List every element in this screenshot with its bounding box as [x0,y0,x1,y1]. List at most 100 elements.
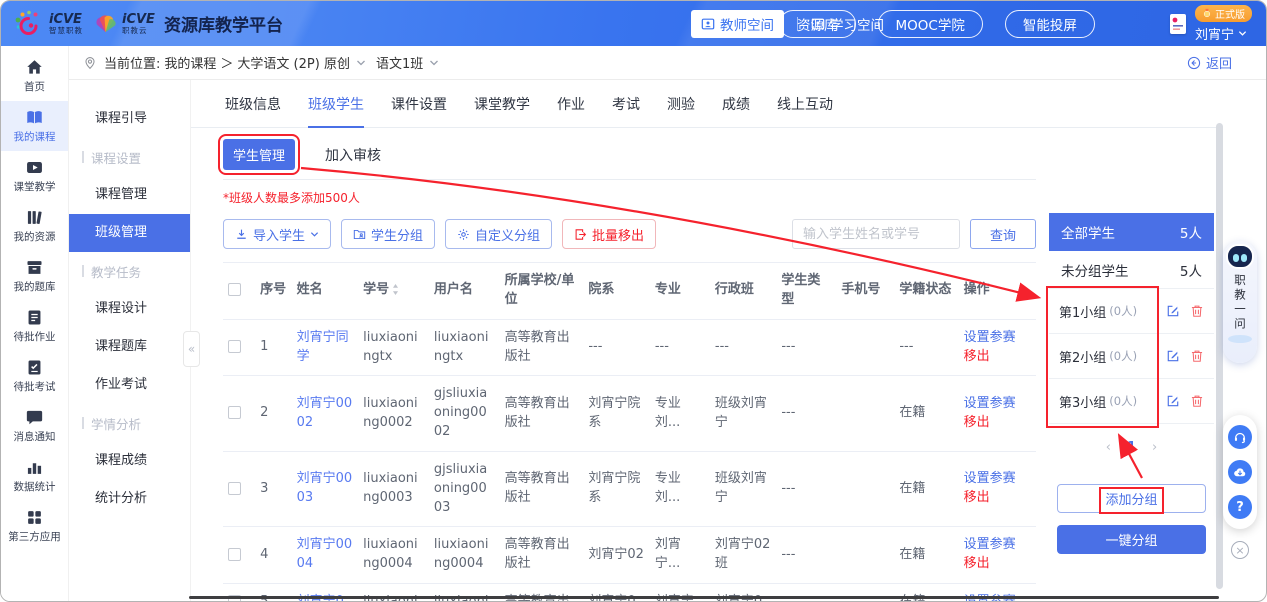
assistant-widget[interactable]: 职教一问 [1223,241,1257,363]
download-button[interactable] [1228,460,1252,484]
batch-remove-button[interactable]: 批量移出 [562,219,656,249]
course-menu-item-homework-exam[interactable]: 作业考试 [69,366,190,404]
query-button[interactable]: 查询 [970,219,1036,249]
edit-group-icon[interactable] [1166,394,1180,408]
prev-page-button[interactable]: ‹ [1106,440,1111,455]
ungrouped-row[interactable]: 未分组学生 5人 [1049,251,1214,289]
edit-group-icon[interactable] [1166,349,1180,363]
sidebar-item-pending-exams[interactable]: 待批考试 [1,351,68,401]
quick-link-resource-library[interactable]: 资源库 [779,10,856,38]
sidebar-item-classroom-teaching[interactable]: 课堂教学 [1,151,68,201]
search-input[interactable] [792,219,960,249]
toolbar-button-label: 导入学生 [253,225,305,244]
delete-group-icon[interactable] [1190,304,1204,318]
back-button[interactable]: 返回 [1187,53,1232,72]
sidebar-item-data-statistics[interactable]: 数据统计 [1,451,68,501]
document-icon[interactable] [1169,13,1187,35]
remove-link[interactable]: 移出 [964,414,1031,433]
quick-link-smart-casting[interactable]: 智能投屏 [1005,10,1095,38]
student-name-link[interactable]: 刘宵宁0004 [297,537,353,571]
tab-class-info[interactable]: 班级信息 [225,94,281,127]
sidebar-collapse-handle[interactable]: « [183,331,200,367]
tab-class-students[interactable]: 班级学生 [308,94,364,128]
next-page-button[interactable]: › [1152,440,1157,455]
groups-panel: 全部学生 5人 未分组学生 5人 第1小组(0人)第2小组(0人)第3小组(0人… [1049,213,1214,554]
sidebar-item-pending-homework[interactable]: 待批作业 [1,301,68,351]
remove-link[interactable]: 移出 [964,555,1031,574]
sidebar-item-my-courses[interactable]: 我的课程 [1,101,68,151]
cell-school: 高等教育出版社 [500,451,584,527]
sidebar-item-my-question-bank[interactable]: 我的题库 [1,251,68,301]
close-widget-button[interactable]: × [1231,541,1249,559]
row-checkbox[interactable] [228,340,241,353]
edit-group-icon[interactable] [1166,304,1180,318]
current-page[interactable]: 1 [1127,440,1136,455]
breadcrumb-prefix: 当前位置: [104,53,160,72]
remove-link[interactable]: 移出 [964,489,1031,508]
help-button[interactable]: ? [1228,495,1252,519]
import-students-button[interactable]: 导入学生 [223,219,331,249]
breadcrumb-class[interactable]: 语文1班 [376,53,423,72]
sidebar-item-home[interactable]: 首页 [1,51,68,101]
delete-group-icon[interactable] [1190,349,1204,363]
course-menu-item-course-management[interactable]: 课程管理 [69,176,190,214]
sidebar-item-third-party-apps[interactable]: 第三方应用 [1,501,68,551]
group-item-3[interactable]: 第3小组(0人) [1049,379,1214,424]
student-name-link[interactable]: 刘宵宁同学 [297,330,349,364]
all-students-header[interactable]: 全部学生 5人 [1049,213,1214,251]
cell-student-type: --- [776,376,836,452]
customer-service-button[interactable] [1228,425,1252,449]
chevron-down-icon[interactable] [356,58,366,68]
subtab-join-review[interactable]: 加入审核 [325,145,381,165]
students-table: 序号姓名学号用户名所属学校/单位院系专业行政班学生类型手机号学籍状态操作 1刘宵… [223,262,1036,601]
course-menu-item-course-guide[interactable]: 课程引导 [69,100,190,138]
course-menu-item-class-management[interactable]: 班级管理 [69,214,190,252]
tab-classroom-teaching[interactable]: 课堂教学 [474,94,530,127]
breadcrumb-separator: ＞ [220,53,233,72]
course-menu-item-course-design[interactable]: 课程设计 [69,290,190,328]
remove-link[interactable]: 移出 [964,348,1031,367]
tab-homework[interactable]: 作业 [557,94,585,127]
delete-group-icon[interactable] [1190,394,1204,408]
cell-actions: 设置参赛移出 [959,319,1036,376]
sidebar-item-my-resources[interactable]: 我的资源 [1,201,68,251]
column-header: 学籍状态 [894,263,958,320]
row-checkbox[interactable] [228,406,241,419]
student-name-link[interactable]: 刘宵宁0003 [297,471,353,505]
username-menu[interactable]: 刘宵宁 [1195,24,1247,43]
chevron-down-icon[interactable] [429,58,439,68]
set-contest-link[interactable]: 设置参赛 [964,536,1031,555]
group-item-2[interactable]: 第2小组(0人) [1049,334,1214,379]
sidebar-item-notifications[interactable]: 消息通知 [1,401,68,451]
teacher-space-button[interactable]: 教师空间 [691,10,784,38]
tab-quiz[interactable]: 测验 [667,94,695,127]
tab-grades[interactable]: 成绩 [722,94,750,127]
tab-courseware-settings[interactable]: 课件设置 [391,94,447,127]
course-menu-item-course-grades[interactable]: 课程成绩 [69,442,190,480]
breadcrumb-my-courses[interactable]: 我的课程 [164,53,216,72]
toolbar-button-label: 学生分组 [371,225,423,244]
content-scrollbar[interactable] [1216,123,1223,589]
student-name-link[interactable]: 刘宵宁0002 [297,396,353,430]
breadcrumb-course[interactable]: 大学语文 (2P) 原创 [237,53,350,72]
one-click-group-button[interactable]: 一键分组 [1057,525,1206,554]
student-grouping-button[interactable]: 学生分组 [341,219,435,249]
quick-link-mooc-academy[interactable]: MOOC学院 [878,10,983,38]
custom-group-icon [457,228,470,241]
row-checkbox[interactable] [228,482,241,495]
custom-grouping-button[interactable]: 自定义分组 [445,219,552,249]
tab-online-interaction[interactable]: 线上互动 [777,94,833,127]
select-all-checkbox[interactable] [228,283,241,296]
subtab-student-management[interactable]: 学生管理 [223,139,295,170]
course-sidebar: 课程引导课程设置课程管理班级管理教学任务课程设计课程题库作业考试学情分析课程成绩… [69,80,191,601]
set-contest-link[interactable]: 设置参赛 [964,395,1031,414]
row-checkbox[interactable] [228,548,241,561]
download-icon [1233,465,1247,479]
course-menu-item-statistical-analysis[interactable]: 统计分析 [69,480,190,518]
add-group-button[interactable]: 添加分组 [1057,484,1206,513]
set-contest-link[interactable]: 设置参赛 [964,329,1031,348]
course-menu-item-course-question-bank[interactable]: 课程题库 [69,328,190,366]
group-item-1[interactable]: 第1小组(0人) [1049,289,1214,334]
set-contest-link[interactable]: 设置参赛 [964,470,1031,489]
tab-exam[interactable]: 考试 [612,94,640,127]
